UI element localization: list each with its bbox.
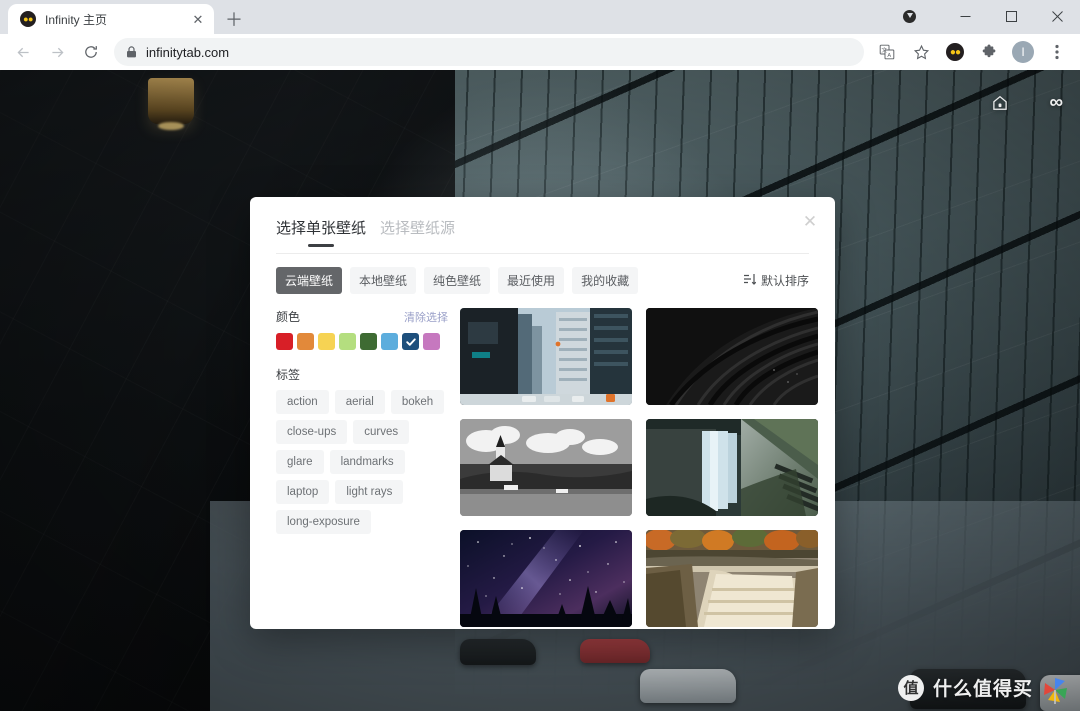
tag-close-ups[interactable]: close-ups bbox=[276, 420, 347, 444]
wallpaper-grid bbox=[460, 308, 818, 627]
chip-my-favorites[interactable]: 我的收藏 bbox=[572, 267, 638, 294]
maximize-button[interactable] bbox=[988, 0, 1034, 32]
tag-section-title: 标签 bbox=[276, 366, 448, 383]
tag-laptop[interactable]: laptop bbox=[276, 480, 329, 504]
browser-toolbar: infinitytab.com 文 A ●● bbox=[0, 34, 1080, 70]
arrow-right-icon[interactable] bbox=[43, 38, 71, 66]
color-swatch-light-green[interactable] bbox=[339, 333, 356, 350]
color-section-header: 颜色 清除选择 bbox=[276, 308, 448, 325]
tag-landmarks[interactable]: landmarks bbox=[330, 450, 405, 474]
browser-tab[interactable]: ●● Infinity 主页 ✕ bbox=[8, 4, 214, 34]
lock-icon bbox=[126, 46, 137, 58]
chip-cloud-wallpaper[interactable]: 云端壁纸 bbox=[276, 267, 342, 294]
new-tab-page: ∞ 值 什么值得买 ✕ 选择单张壁纸 选择壁纸源 bbox=[0, 70, 1080, 711]
wallpaper-city-street[interactable] bbox=[460, 308, 632, 405]
chip-solid-color-wallpaper[interactable]: 纯色壁纸 bbox=[424, 267, 490, 294]
tag-bokeh[interactable]: bokeh bbox=[391, 390, 444, 414]
address-bar-url: infinitytab.com bbox=[146, 45, 229, 60]
sort-icon bbox=[743, 273, 756, 288]
color-swatch-row bbox=[276, 333, 448, 350]
tag-list: action aerial bokeh close-ups curves gla… bbox=[276, 390, 448, 534]
tag-aerial[interactable]: aerial bbox=[335, 390, 385, 414]
filter-sidebar: 颜色 清除选择 bbox=[276, 308, 448, 627]
wallpaper-waterfall-rays[interactable] bbox=[646, 419, 818, 516]
modal-overlay: ✕ 选择单张壁纸 选择壁纸源 云端壁纸 本地壁纸 纯色壁纸 最近使用 我的收藏 bbox=[0, 70, 1080, 711]
dialog-tabs: 选择单张壁纸 选择壁纸源 bbox=[250, 197, 835, 250]
puzzle-piece-icon[interactable] bbox=[975, 38, 1003, 66]
toolbar-actions: 文 A ●● I bbox=[870, 38, 1074, 66]
svg-text:文: 文 bbox=[881, 46, 887, 54]
tag-curves[interactable]: curves bbox=[353, 420, 409, 444]
svg-text:A: A bbox=[887, 53, 891, 59]
minimize-button[interactable] bbox=[942, 0, 988, 32]
tag-long-exposure[interactable]: long-exposure bbox=[276, 510, 371, 534]
tab-select-single-wallpaper[interactable]: 选择单张壁纸 bbox=[276, 217, 366, 250]
chip-local-wallpaper[interactable]: 本地壁纸 bbox=[350, 267, 416, 294]
color-swatch-purple[interactable] bbox=[423, 333, 440, 350]
wallpaper-milky-way[interactable] bbox=[460, 530, 632, 627]
translate-icon[interactable]: 文 A bbox=[873, 38, 901, 66]
color-section-title: 颜色 bbox=[276, 308, 300, 325]
tab-title: Infinity 主页 bbox=[45, 11, 190, 28]
color-swatch-orange[interactable] bbox=[297, 333, 314, 350]
sort-label: 默认排序 bbox=[761, 272, 809, 289]
avatar-icon[interactable]: I bbox=[1009, 38, 1037, 66]
address-bar[interactable]: infinitytab.com bbox=[114, 38, 864, 66]
tag-glare[interactable]: glare bbox=[276, 450, 324, 474]
wallpaper-picker-dialog: ✕ 选择单张壁纸 选择壁纸源 云端壁纸 本地壁纸 纯色壁纸 最近使用 我的收藏 bbox=[250, 197, 835, 629]
arrow-left-icon[interactable] bbox=[9, 38, 37, 66]
clear-selection-button[interactable]: 清除选择 bbox=[404, 309, 448, 325]
tab-strip: ●● Infinity 主页 ✕ ＋ bbox=[0, 0, 1080, 34]
window-controls bbox=[903, 0, 1080, 32]
wallpaper-autumn-falls[interactable] bbox=[646, 530, 818, 627]
three-dots-menu-icon[interactable] bbox=[1043, 38, 1071, 66]
tab-close-icon[interactable]: ✕ bbox=[190, 11, 206, 27]
star-icon[interactable] bbox=[907, 38, 935, 66]
tag-action[interactable]: action bbox=[276, 390, 329, 414]
sort-control[interactable]: 默认排序 bbox=[743, 272, 809, 289]
wallpaper-bw-lake-church[interactable] bbox=[460, 419, 632, 516]
color-swatch-yellow[interactable] bbox=[318, 333, 335, 350]
new-tab-button[interactable]: ＋ bbox=[220, 5, 248, 33]
filter-chip-row: 云端壁纸 本地壁纸 纯色壁纸 最近使用 我的收藏 默认排序 bbox=[250, 254, 835, 294]
dialog-body: 颜色 清除选择 bbox=[250, 294, 835, 627]
color-swatch-navy[interactable] bbox=[402, 333, 419, 350]
color-swatch-blue[interactable] bbox=[381, 333, 398, 350]
download-indicator-icon[interactable] bbox=[903, 10, 916, 23]
chip-recently-used[interactable]: 最近使用 bbox=[498, 267, 564, 294]
color-swatch-dark-green[interactable] bbox=[360, 333, 377, 350]
profile-initial: I bbox=[1012, 41, 1034, 63]
tag-light-rays[interactable]: light rays bbox=[335, 480, 403, 504]
tab-select-wallpaper-source[interactable]: 选择壁纸源 bbox=[380, 217, 455, 250]
reload-icon[interactable] bbox=[77, 38, 105, 66]
infinity-extension-icon[interactable]: ●● bbox=[941, 38, 969, 66]
browser-window: ●● Infinity 主页 ✕ ＋ bbox=[0, 0, 1080, 711]
window-close-button[interactable] bbox=[1034, 0, 1080, 32]
infinity-face-icon: ●● bbox=[20, 11, 36, 27]
color-swatch-red[interactable] bbox=[276, 333, 293, 350]
wallpaper-dark-curves[interactable] bbox=[646, 308, 818, 405]
